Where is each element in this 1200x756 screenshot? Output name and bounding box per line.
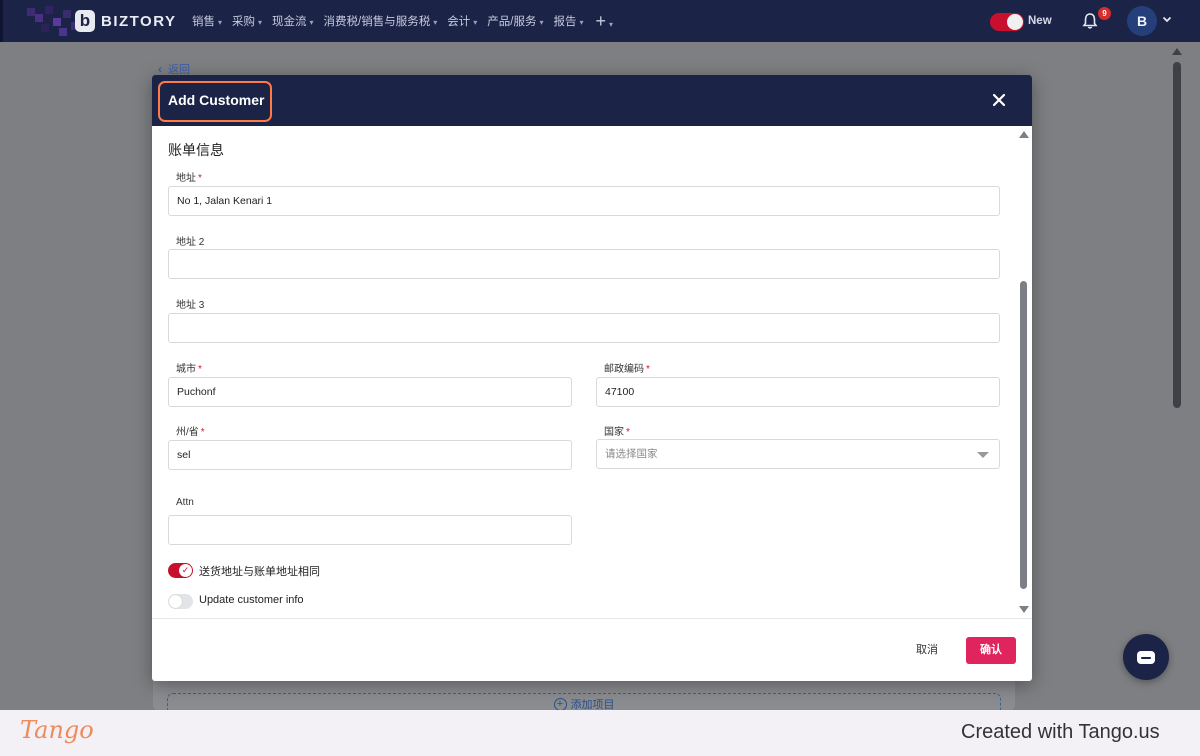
confirm-button[interactable]: 确认 [966,637,1016,664]
main-menu: 销售 ▾ 采购 ▾ 现金流 ▾ 消费税/销售与服务税 ▾ 会计 ▾ 产品/服务 ▾ 报告 ▾ … [192,0,623,42]
nav-products[interactable]: 产品/服务 ▾ [487,13,543,29]
page-scrollbar[interactable] [1170,46,1184,706]
nav-sales[interactable]: 销售 ▾ [192,13,222,29]
modal-body: 账单信息 地址 * No 1, Jalan Kenari 1 地址 2 地址 3 … [152,126,1032,618]
nav-tax[interactable]: 消费税/销售与服务税 ▾ [324,13,438,29]
close-icon[interactable] [992,93,1006,107]
chevron-down-icon [977,452,989,458]
check-icon: ✓ [179,564,192,577]
chevron-down-icon[interactable] [1161,13,1173,25]
modal-footer: 取消 确认 [152,618,1032,681]
address1-field[interactable]: No 1, Jalan Kenari 1 [168,186,1000,216]
update-customer-label: Update customer info [199,594,304,606]
chevron-down-icon: ▾ [258,18,263,27]
modal-header: Add Customer [152,75,1032,126]
attn-label: Attn [176,497,194,508]
postcode-label: 邮政编码 * [604,364,650,375]
chevron-down-icon: ▾ [609,19,614,29]
state-label: 州/省 * [176,427,205,438]
nav-reports[interactable]: 报告 ▾ [554,13,584,29]
toggle-knob [169,595,182,608]
chevron-down-icon: ▾ [218,18,223,27]
new-ui-label: New [1028,15,1052,27]
scroll-down-icon[interactable] [1019,606,1029,613]
brand-mark-icon: b [75,10,95,32]
scroll-up-icon[interactable] [1172,48,1182,55]
tango-logo: Tango [20,716,94,744]
plus-circle-icon: + [553,697,567,711]
plus-icon: + [595,10,607,31]
new-ui-toggle[interactable] [990,13,1024,31]
billing-section-title: 账单信息 [168,142,224,158]
brand-logo[interactable]: b BIZTORY [75,9,177,33]
chat-icon [1137,651,1155,664]
chevron-down-icon: ▾ [579,18,584,27]
chevron-down-icon: ▾ [433,18,438,27]
add-customer-modal: Add Customer 账单信息 地址 * No 1, Jalan Kenari… [152,75,1032,681]
attn-field[interactable] [168,515,572,545]
nav-add-menu[interactable]: + ▾ [594,11,614,32]
country-select[interactable]: 请选择国家 [596,439,1000,469]
address2-field[interactable] [168,249,1000,279]
scrollbar-thumb[interactable] [1020,281,1027,589]
nav-accounting[interactable]: 会计 ▾ [447,13,477,29]
toggle-knob [1007,14,1023,30]
scroll-up-icon[interactable] [1019,131,1029,138]
chat-button[interactable] [1123,634,1169,680]
nav-purchases[interactable]: 采购 ▾ [232,13,262,29]
chevron-down-icon: ▾ [539,18,544,27]
scrollbar-thumb[interactable] [1173,62,1181,408]
same-shipping-label: 送货地址与账单地址相同 [199,566,320,578]
same-shipping-toggle[interactable]: ✓ [168,563,193,578]
chevron-down-icon: ▾ [309,18,314,27]
brand-name: BIZTORY [101,12,177,30]
top-navbar: b BIZTORY 销售 ▾ 采购 ▾ 现金流 ▾ 消费税/销售与服务税 ▾ 会计 ▾ 产… [0,0,1200,42]
notification-badge: 9 [1098,7,1111,20]
chevron-down-icon: ▾ [473,18,478,27]
postcode-field[interactable]: 47100 [596,377,1000,407]
avatar[interactable]: B [1127,6,1157,36]
update-customer-toggle[interactable] [168,594,193,609]
country-label: 国家 * [604,427,630,438]
city-label: 城市 * [176,364,202,375]
address3-label: 地址 3 [176,300,205,311]
cancel-button[interactable]: 取消 [916,641,938,657]
chevron-left-icon: ‹ [158,62,162,76]
state-field[interactable]: sel [168,440,572,470]
address1-label: 地址 * [176,173,202,184]
city-field[interactable]: Puchonf [168,377,572,407]
bell-icon[interactable] [1081,12,1099,30]
country-placeholder: 请选择国家 [605,448,658,460]
address3-field[interactable] [168,313,1000,343]
nav-cashflow[interactable]: 现金流 ▾ [272,13,314,29]
modal-title: Add Customer [168,92,265,108]
address2-label: 地址 2 [176,237,205,248]
tango-credit: Created with Tango.us [961,721,1160,743]
modal-scrollbar[interactable] [1018,126,1030,618]
